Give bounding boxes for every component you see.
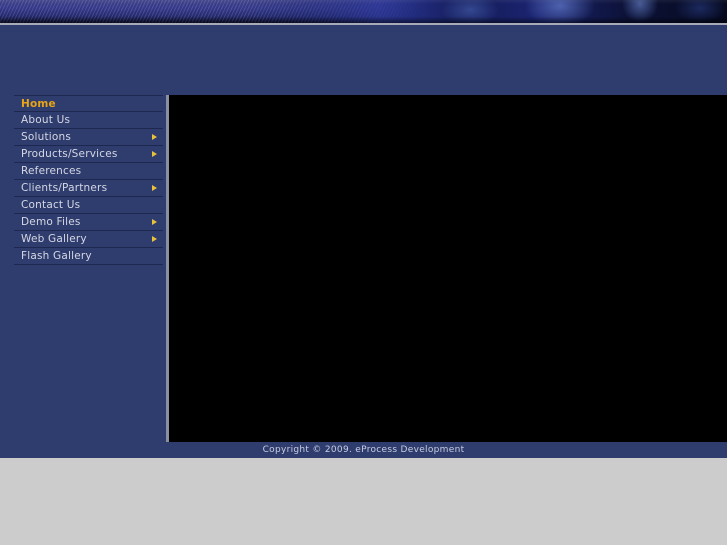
chevron-right-icon xyxy=(152,134,157,140)
sidebar-item-home[interactable]: Home xyxy=(14,95,163,112)
sidebar-item-label: About Us xyxy=(21,114,71,126)
sidebar-item-web-gallery[interactable]: Web Gallery xyxy=(14,231,163,248)
chevron-right-icon xyxy=(152,219,157,225)
header-banner xyxy=(0,0,727,23)
sidebar-navigation: Home About Us Solutions Products/Services Re… xyxy=(14,95,163,265)
sidebar-item-label: Demo Files xyxy=(21,216,81,228)
sidebar-item-label: Solutions xyxy=(21,131,72,143)
sidebar-item-solutions[interactable]: Solutions xyxy=(14,129,163,146)
chevron-right-icon xyxy=(152,236,157,242)
site-body: Home About Us Solutions Products/Services Re… xyxy=(0,25,727,458)
browser-background xyxy=(0,458,727,545)
sidebar-item-references[interactable]: References xyxy=(14,163,163,180)
sidebar-item-label: References xyxy=(21,165,82,177)
chevron-right-icon xyxy=(152,185,157,191)
sidebar-item-label: Clients/Partners xyxy=(21,182,108,194)
sidebar-item-label: Products/Services xyxy=(21,148,118,160)
sidebar-item-contact-us[interactable]: Contact Us xyxy=(14,197,163,214)
footer-copyright: Copyright © 2009. eProcess Development xyxy=(262,445,465,455)
banner-vignette xyxy=(0,0,727,23)
chevron-right-icon xyxy=(152,151,157,157)
content-area xyxy=(166,95,727,442)
sidebar-item-label: Contact Us xyxy=(21,199,81,211)
flash-stage[interactable] xyxy=(169,95,727,442)
sidebar-item-products-services[interactable]: Products/Services xyxy=(14,146,163,163)
sidebar-item-about-us[interactable]: About Us xyxy=(14,112,163,129)
sidebar-item-label: Flash Gallery xyxy=(21,250,92,262)
sidebar-item-clients-partners[interactable]: Clients/Partners xyxy=(14,180,163,197)
sidebar-item-label: Web Gallery xyxy=(21,233,87,245)
page-root: Home About Us Solutions Products/Services Re… xyxy=(0,0,727,545)
sidebar-item-demo-files[interactable]: Demo Files xyxy=(14,214,163,231)
sidebar-item-flash-gallery[interactable]: Flash Gallery xyxy=(14,248,163,265)
sidebar-item-label: Home xyxy=(21,98,56,110)
